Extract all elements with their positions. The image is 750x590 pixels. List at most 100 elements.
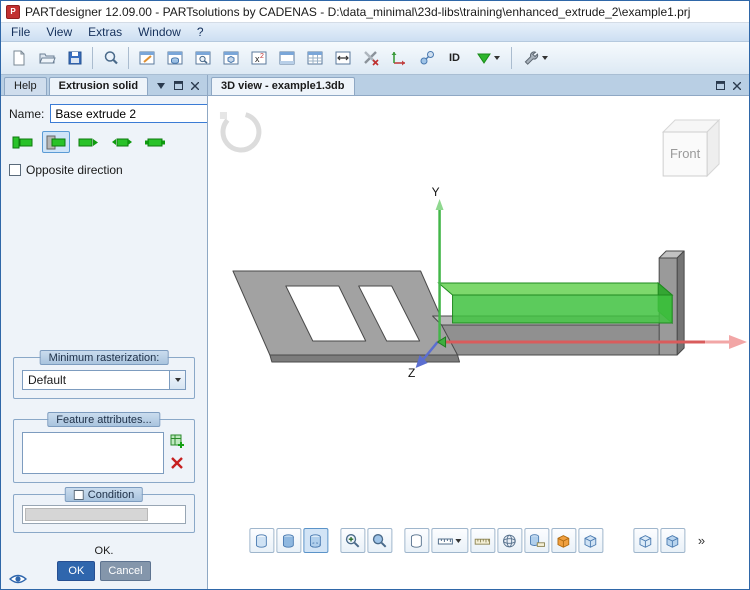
condition-group: Condition xyxy=(13,494,195,533)
cube-left-button[interactable] xyxy=(633,528,658,553)
open-project-button[interactable] xyxy=(33,45,60,72)
restore-window-icon xyxy=(174,81,183,90)
rasterization-select[interactable]: Default xyxy=(22,370,186,390)
cylinder-shaded-button[interactable] xyxy=(276,528,301,553)
view-float-button[interactable] xyxy=(713,79,727,92)
status-text: OK. xyxy=(1,545,207,557)
cube-view-button[interactable] xyxy=(578,528,603,553)
measure-cylinder-icon xyxy=(527,532,545,550)
cube-right-button[interactable] xyxy=(660,528,685,553)
green-triangle-icon xyxy=(476,50,492,66)
tab-help[interactable]: Help xyxy=(4,77,47,95)
extrusion-mode-4-button[interactable] xyxy=(108,131,136,153)
cylinder-outline-button[interactable] xyxy=(404,528,429,553)
toolbar-overflow-button[interactable]: » xyxy=(695,533,708,548)
menu-bar: File View Extras Window ? xyxy=(1,23,749,42)
measure-dropdown-button[interactable] xyxy=(431,528,468,553)
table-grid-icon xyxy=(306,49,324,67)
close-icon xyxy=(191,82,199,90)
settings-wrench-dropdown-button[interactable] xyxy=(516,45,554,72)
feature-attributes-list[interactable] xyxy=(22,432,164,474)
zoom-in-icon xyxy=(343,532,361,550)
coordinate-system-button[interactable] xyxy=(385,45,412,72)
condition-field-disabled-fill xyxy=(25,508,148,521)
dropdown-button[interactable] xyxy=(169,371,185,389)
panel-menu-button[interactable] xyxy=(154,79,168,92)
toolbar-separator xyxy=(92,47,93,69)
cancel-button[interactable]: Cancel xyxy=(100,561,150,581)
zoom-button[interactable] xyxy=(97,45,124,72)
link-parts-icon xyxy=(418,49,436,67)
mesh-sphere-button[interactable] xyxy=(497,528,522,553)
condition-field[interactable] xyxy=(22,505,186,524)
menu-extras[interactable]: Extras xyxy=(80,24,130,40)
visibility-eye-button[interactable] xyxy=(9,572,27,586)
left-tab-bar: Help Extrusion solid xyxy=(1,75,207,96)
zoom-in-button[interactable] xyxy=(340,528,365,553)
link-parts-button[interactable] xyxy=(413,45,440,72)
new-document-button[interactable] xyxy=(5,45,32,72)
variable-x2-button[interactable]: x2 xyxy=(245,45,272,72)
measure-cylinder-button[interactable] xyxy=(524,528,549,553)
clip-box-button[interactable] xyxy=(551,528,576,553)
id-display-button[interactable]: ID xyxy=(441,45,468,72)
close-icon xyxy=(733,82,741,90)
value-range-table-button[interactable] xyxy=(329,45,356,72)
extrude-offset-icon xyxy=(77,133,101,151)
preview-window-button[interactable] xyxy=(189,45,216,72)
extrusion-mode-1-button[interactable] xyxy=(9,131,37,153)
orientation-cube[interactable]: Front xyxy=(663,120,719,176)
edit-window-button[interactable] xyxy=(133,45,160,72)
value-range-icon xyxy=(334,49,352,67)
menu-help[interactable]: ? xyxy=(189,24,212,40)
ok-button[interactable]: OK xyxy=(57,561,95,581)
extrude-both-sides-icon xyxy=(44,133,68,151)
cylinder-wireframe-button[interactable] xyxy=(303,528,328,553)
view-close-button[interactable] xyxy=(730,79,744,92)
restore-window-icon xyxy=(716,81,725,90)
name-input[interactable] xyxy=(50,104,207,123)
condition-title: Condition xyxy=(65,487,143,502)
feature-attributes-group: Feature attributes... xyxy=(13,419,195,483)
extrusion-mode-5-button[interactable] xyxy=(141,131,169,153)
zoom-ball-button[interactable] xyxy=(367,528,392,553)
tab-extrusion-solid[interactable]: Extrusion solid xyxy=(49,77,148,95)
ruler-button[interactable] xyxy=(470,528,495,553)
save-button[interactable] xyxy=(61,45,88,72)
tab-3d-view[interactable]: 3D view - example1.3db xyxy=(211,77,355,95)
eye-icon xyxy=(9,572,27,586)
geometry-window-button[interactable] xyxy=(161,45,188,72)
extrude-direction-icon xyxy=(110,133,134,151)
deactivate-tools-button[interactable] xyxy=(357,45,384,72)
panel-window-button[interactable] xyxy=(273,45,300,72)
viewport-toolbar: » xyxy=(249,528,708,553)
toolbar-separator xyxy=(128,47,129,69)
condition-checkbox[interactable] xyxy=(74,490,84,500)
wrench-icon xyxy=(522,49,540,67)
menu-view[interactable]: View xyxy=(38,24,80,40)
part-window-button[interactable] xyxy=(217,45,244,72)
menu-file[interactable]: File xyxy=(3,24,38,40)
chevron-down-icon xyxy=(175,378,181,382)
panel-close-button[interactable] xyxy=(188,79,202,92)
add-attribute-button[interactable] xyxy=(168,432,186,450)
menu-window[interactable]: Window xyxy=(130,24,189,40)
feature-attributes-actions xyxy=(168,432,186,474)
orientation-label: Front xyxy=(670,146,701,161)
extrusion-mode-3-button[interactable] xyxy=(75,131,103,153)
opposite-direction-checkbox[interactable] xyxy=(9,164,21,176)
viewport-3d[interactable]: Front xyxy=(208,96,749,589)
panel-float-button[interactable] xyxy=(171,79,185,92)
table-view-button[interactable] xyxy=(301,45,328,72)
minimum-rasterization-title: Minimum rasterization: xyxy=(40,350,169,365)
extrusion-mode-2-button[interactable] xyxy=(42,131,70,153)
cylinder-solid-button[interactable] xyxy=(249,528,274,553)
rotate-indicator-icon xyxy=(216,107,267,158)
insert-dropdown-button[interactable] xyxy=(469,45,507,72)
condition-title-text: Condition xyxy=(88,489,134,501)
preview-window-icon xyxy=(194,49,212,67)
chevron-down-icon xyxy=(494,56,500,60)
remove-attribute-button[interactable] xyxy=(168,454,186,472)
axis-y-label: Y xyxy=(432,185,440,199)
extrusion-preview[interactable] xyxy=(439,283,673,323)
